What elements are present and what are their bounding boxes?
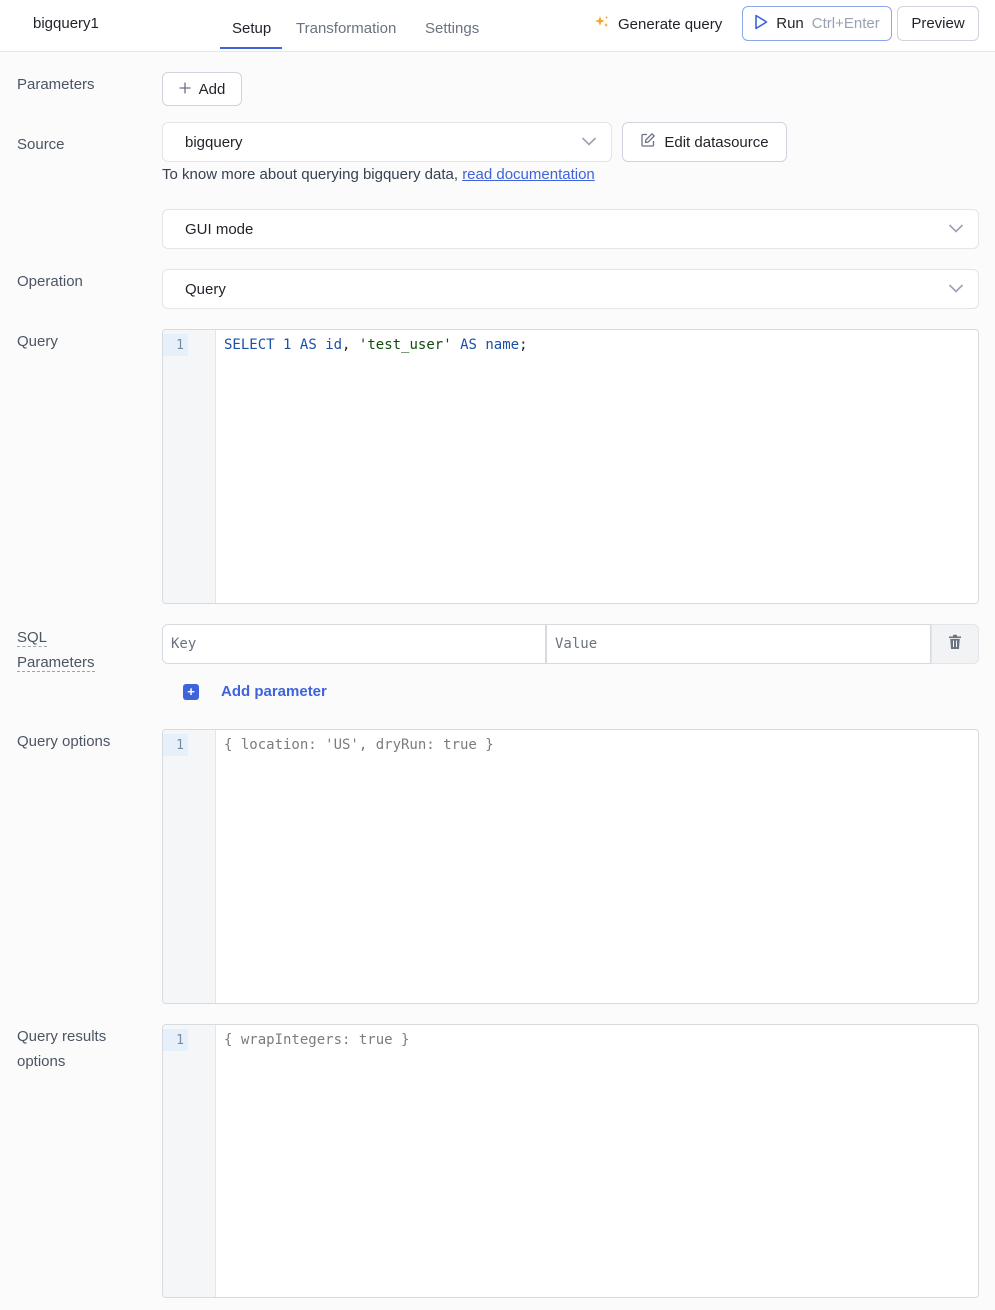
preview-button[interactable]: Preview (897, 6, 979, 41)
query-header: bigquery1 Setup Transformation Settings … (0, 0, 995, 52)
query-results-options-label: Query results options (17, 1028, 107, 1070)
parameters-label: Parameters (17, 76, 95, 93)
tab-settings[interactable]: Settings (425, 20, 479, 37)
query-label: Query (17, 333, 58, 350)
editor-gutter (163, 1025, 216, 1297)
generate-query-label: Generate query (618, 15, 723, 33)
active-tab-indicator (220, 47, 282, 49)
play-icon (754, 14, 768, 34)
operation-label: Operation (17, 273, 83, 290)
sql-param-key-input[interactable]: Key (162, 624, 546, 664)
delete-parameter-button[interactable] (931, 624, 979, 664)
sparkle-icon (594, 14, 610, 34)
edit-datasource-label: Edit datasource (664, 133, 769, 151)
generate-query-button[interactable]: Generate query (594, 14, 722, 34)
mode-select[interactable]: GUI mode (162, 209, 979, 249)
chevron-down-icon (948, 221, 964, 238)
add-sql-parameter-button[interactable]: + Add parameter (183, 683, 327, 700)
line-number: 1 (163, 734, 188, 756)
tab-setup[interactable]: Setup (232, 20, 271, 37)
edit-datasource-button[interactable]: Edit datasource (622, 122, 787, 162)
help-text: To know more about querying bigquery dat… (162, 166, 463, 183)
run-button[interactable]: Run Ctrl+Enter (742, 6, 892, 41)
source-select[interactable]: bigquery (162, 122, 612, 162)
add-parameter-label: Add parameter (221, 683, 327, 700)
operation-select[interactable]: Query (162, 269, 979, 309)
plus-icon (179, 81, 191, 98)
edit-icon (640, 132, 656, 152)
query-options-code[interactable]: { location: 'US', dryRun: true } (224, 735, 494, 755)
query-options-label: Query options (17, 733, 111, 750)
add-label: Add (198, 80, 226, 98)
editor-gutter (163, 330, 216, 603)
read-documentation-link[interactable]: read documentation (462, 166, 595, 183)
plus-square-icon: + (183, 683, 199, 700)
chevron-down-icon (581, 134, 597, 151)
query-results-options-code[interactable]: { wrapIntegers: true } (224, 1030, 409, 1050)
sql-param-value-input[interactable]: Value (546, 624, 931, 664)
query-editor[interactable]: 1 SELECT 1 AS id, 'test_user' AS name; (162, 329, 979, 604)
tab-transformation[interactable]: Transformation (296, 20, 396, 37)
query-name[interactable]: bigquery1 (33, 15, 99, 32)
run-shortcut: Ctrl+Enter (811, 15, 880, 32)
chevron-down-icon (948, 281, 964, 298)
query-code[interactable]: SELECT 1 AS id, 'test_user' AS name; (224, 335, 528, 355)
source-label: Source (17, 136, 65, 153)
line-number: 1 (163, 1029, 188, 1051)
sql-parameters-label: SQL Parameters (17, 629, 95, 672)
run-label: Run (776, 15, 804, 32)
mode-selected-value: GUI mode (185, 220, 254, 238)
source-help-text: To know more about querying bigquery dat… (162, 166, 595, 183)
operation-selected-value: Query (185, 280, 226, 298)
editor-gutter (163, 730, 216, 1003)
query-results-options-editor[interactable]: 1 { wrapIntegers: true } (162, 1024, 979, 1298)
source-selected-value: bigquery (185, 133, 243, 151)
trash-icon (948, 634, 962, 654)
add-parameter-button[interactable]: Add (162, 72, 242, 106)
line-number: 1 (163, 334, 188, 356)
query-options-editor[interactable]: 1 { location: 'US', dryRun: true } (162, 729, 979, 1004)
